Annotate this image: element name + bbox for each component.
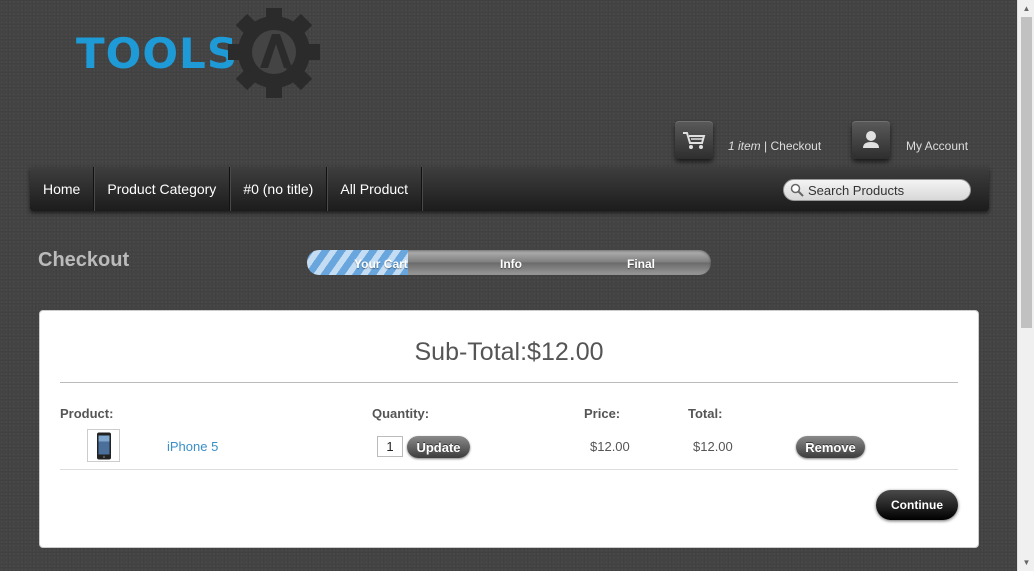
- vertical-scrollbar[interactable]: ▲ ▼: [1017, 0, 1034, 571]
- gear-logo-icon: [228, 8, 320, 98]
- checkout-progress-bar: Your Cart Info Final: [307, 250, 711, 275]
- cart-summary[interactable]: 1 item | Checkout: [728, 139, 821, 153]
- site-logo[interactable]: TOOLS: [76, 8, 326, 100]
- header-quantity: Quantity:: [372, 406, 430, 421]
- subtotal-value: $12.00: [527, 338, 604, 366]
- divider: [60, 382, 958, 383]
- nav-item-home[interactable]: Home: [30, 167, 95, 211]
- quantity-input[interactable]: [377, 436, 403, 457]
- cart-item-count: 1 item: [728, 139, 761, 153]
- product-name-link[interactable]: iPhone 5: [167, 439, 218, 454]
- price-value: $12.00: [590, 439, 630, 454]
- remove-button[interactable]: Remove: [796, 436, 865, 458]
- user-icon: [863, 131, 879, 148]
- cart-separator: |: [760, 139, 771, 153]
- step-your-cart: Your Cart: [354, 257, 408, 271]
- scroll-down-arrow-icon[interactable]: ▼: [1018, 554, 1034, 571]
- page-title: Checkout: [38, 249, 130, 271]
- account-button[interactable]: [852, 121, 890, 159]
- cart-button[interactable]: [675, 121, 713, 159]
- nav-item-all-product[interactable]: All Product: [327, 167, 423, 211]
- search-icon: [790, 183, 804, 197]
- step-info: Info: [500, 257, 522, 271]
- subtotal-label: Sub-Total:: [414, 338, 528, 366]
- search-input[interactable]: [808, 182, 968, 198]
- cart-icon: [683, 132, 706, 149]
- nav-item-product-category[interactable]: Product Category: [94, 167, 231, 211]
- scroll-up-arrow-icon[interactable]: ▲: [1018, 0, 1034, 17]
- search-box[interactable]: [783, 179, 971, 201]
- total-value: $12.00: [693, 439, 733, 454]
- header-total: Total:: [688, 406, 723, 421]
- iphone-image: [96, 432, 111, 459]
- update-button[interactable]: Update: [407, 436, 470, 458]
- product-thumbnail[interactable]: [87, 429, 120, 462]
- step-final: Final: [627, 257, 656, 271]
- nav-item-no-title[interactable]: #0 (no title): [230, 167, 328, 211]
- logo-text: TOOLS: [76, 29, 239, 78]
- my-account-link[interactable]: My Account: [906, 139, 968, 153]
- subtotal: Sub-Total:$12.00: [40, 338, 978, 367]
- header-product: Product:: [60, 406, 114, 421]
- divider: [60, 469, 958, 470]
- scroll-thumb[interactable]: [1021, 17, 1032, 328]
- header-price: Price:: [584, 406, 621, 421]
- checkout-link[interactable]: Checkout: [770, 139, 821, 153]
- continue-button[interactable]: Continue: [876, 490, 958, 520]
- cart-panel: Sub-Total:$12.00 Product: Quantity: Pric…: [39, 310, 979, 548]
